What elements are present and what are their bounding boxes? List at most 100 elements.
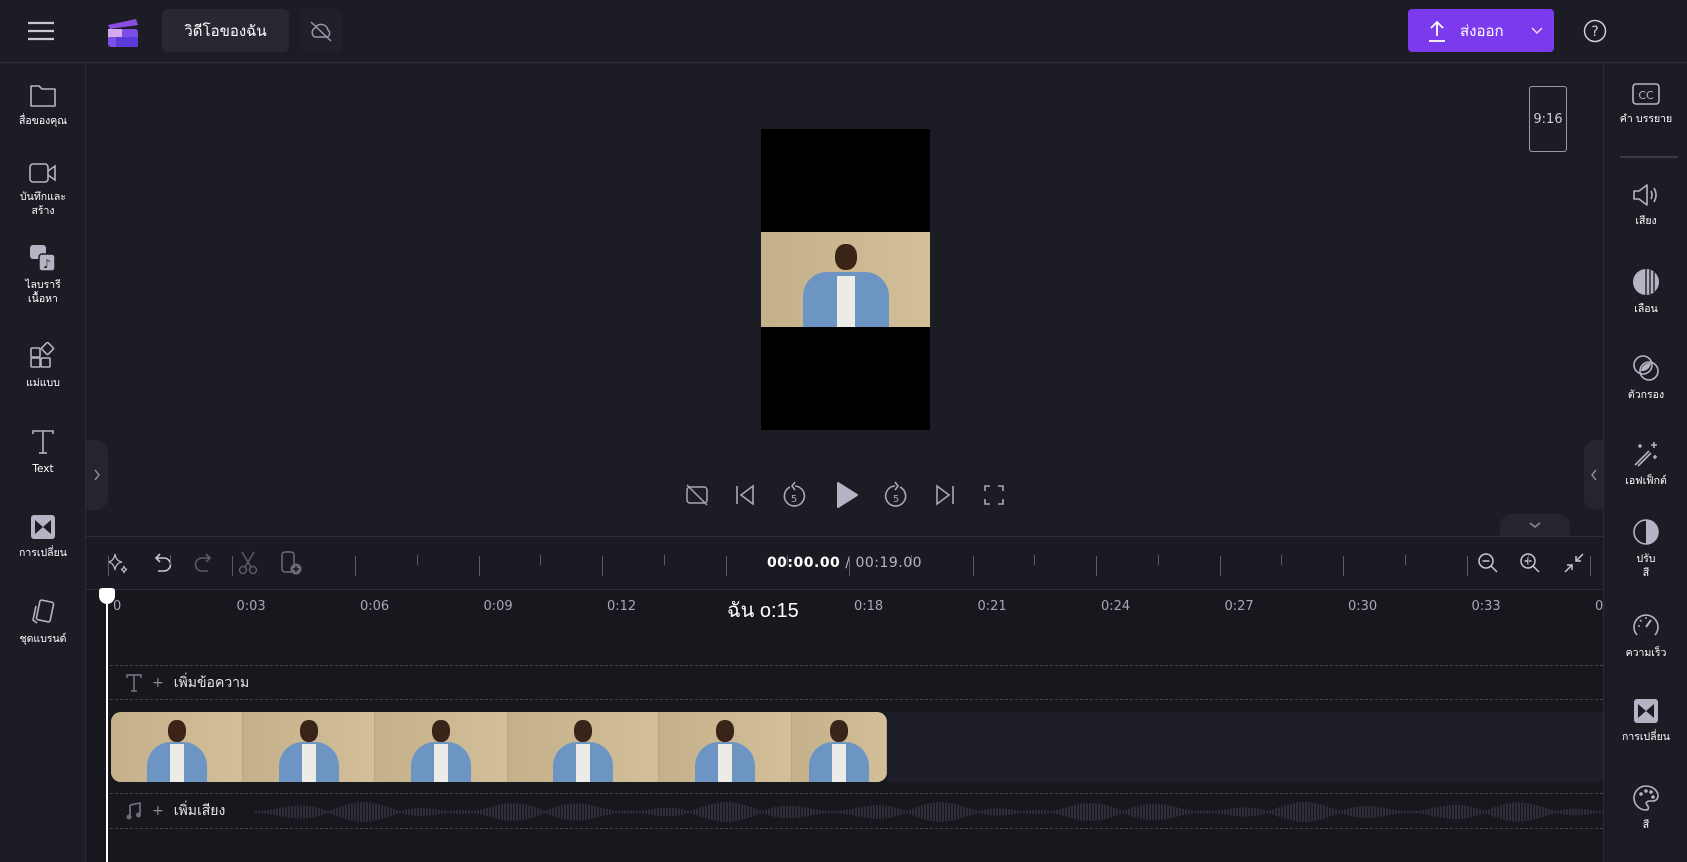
waveform-bar <box>1344 809 1346 815</box>
waveform-bar <box>510 803 512 821</box>
waveform-bar <box>834 810 836 814</box>
video-clip[interactable] <box>111 712 887 782</box>
sidebar-item-audio[interactable]: เสียง <box>1604 182 1687 228</box>
text-icon <box>126 674 142 692</box>
waveform-bar <box>1512 802 1514 822</box>
redo-icon[interactable] <box>190 549 218 577</box>
sidebar-item-effects[interactable]: เอฟเฟ็กต์ <box>1604 440 1687 488</box>
undo-icon[interactable] <box>148 549 176 577</box>
sidebar-item-captions[interactable]: CC คำ บรรยาย <box>1604 82 1687 126</box>
skip-back-icon[interactable] <box>731 481 759 509</box>
menu-icon[interactable] <box>22 14 60 48</box>
waveform-bar <box>1482 810 1484 814</box>
waveform-bar <box>864 806 866 818</box>
waveform-bar <box>327 810 329 814</box>
help-icon[interactable]: ? <box>1580 16 1610 46</box>
expand-right-panel-button[interactable] <box>1584 440 1604 510</box>
sidebar-item-content-library[interactable]: ♪ ไลบรารีเนื้อหา <box>0 244 86 306</box>
waveform-bar <box>1242 807 1244 817</box>
waveform-bar <box>1557 810 1559 814</box>
waveform-bar <box>1422 809 1424 815</box>
waveform-bar <box>345 804 347 820</box>
zoom-in-icon[interactable] <box>1516 549 1544 577</box>
waveform-bar <box>1050 810 1052 814</box>
sidebar-item-transition[interactable]: การเปลี่ยน <box>1604 698 1687 744</box>
waveform-bar <box>1152 803 1154 821</box>
waveform-bar <box>1041 809 1043 815</box>
waveform-bar <box>1254 808 1256 816</box>
waveform-bar <box>1383 808 1385 816</box>
sidebar-item-templates[interactable]: แม่แบบ <box>0 342 86 390</box>
time-separator: / <box>840 555 856 571</box>
sidebar-item-fade[interactable]: เลือน <box>1604 268 1687 316</box>
sidebar-item-label: เอฟเฟ็กต์ <box>1625 475 1667 487</box>
waveform-bar <box>927 803 929 821</box>
collapse-timeline-button[interactable] <box>1500 514 1570 536</box>
aspect-ratio-button[interactable]: 9:16 <box>1529 86 1567 152</box>
expand-left-panel-button[interactable] <box>86 440 108 510</box>
waveform-bar <box>675 808 677 816</box>
waveform-bar <box>975 810 977 814</box>
waveform-bar <box>972 809 974 815</box>
waveform-bar <box>1245 807 1247 817</box>
sidebar-item-text[interactable]: Text <box>0 428 86 476</box>
waveform-bar <box>870 805 872 819</box>
playhead[interactable] <box>106 588 108 862</box>
captions-off-icon[interactable] <box>683 481 711 509</box>
cloud-off-icon[interactable] <box>300 9 342 52</box>
sidebar-item-adjust-colors[interactable]: ปรับสี <box>1604 518 1687 580</box>
sidebar-item-record-create[interactable]: บันทึกและสร้าง <box>0 162 86 218</box>
waveform-bar <box>1446 805 1448 819</box>
ruler-label: 0:33 <box>1471 599 1501 614</box>
split-scissors-icon[interactable] <box>234 549 262 577</box>
waveform-bar <box>1029 810 1031 814</box>
ruler-label: 0:30 <box>1348 599 1378 614</box>
brand-kit-icon <box>32 599 55 624</box>
waveform-bar <box>300 805 302 819</box>
waveform-bar <box>1575 808 1577 816</box>
fullscreen-icon[interactable] <box>980 481 1008 509</box>
chevron-down-icon[interactable] <box>1530 26 1544 36</box>
waveform-bar <box>573 803 575 821</box>
waveform-bar <box>915 807 917 817</box>
sidebar-item-speed[interactable]: ความเร็ว <box>1604 612 1687 660</box>
waveform-bar <box>1311 802 1313 822</box>
add-to-timeline-icon[interactable] <box>277 549 305 577</box>
waveform-bar <box>363 802 365 822</box>
waveform-bar <box>1188 810 1190 814</box>
waveform-bar <box>1398 810 1400 814</box>
sidebar-item-transitions[interactable]: การเปลี่ยน <box>0 514 86 560</box>
waveform-bar <box>792 805 794 819</box>
project-title[interactable]: วิดีโอของฉัน <box>162 9 289 52</box>
waveform-bar <box>1164 804 1166 820</box>
waveform-bar <box>1083 803 1085 821</box>
play-icon[interactable] <box>832 479 862 511</box>
waveform-bar <box>717 802 719 822</box>
sidebar-item-filters[interactable]: ตัวกรอง <box>1604 354 1687 402</box>
waveform-bar <box>579 803 581 821</box>
waveform-bar <box>1248 807 1250 817</box>
ruler-tick <box>1096 556 1097 576</box>
skip-forward-icon[interactable] <box>931 481 959 509</box>
fit-timeline-icon[interactable] <box>1560 549 1588 577</box>
rewind-5-icon[interactable]: 5 <box>780 481 808 509</box>
waveform-bar <box>417 808 419 816</box>
zoom-out-icon[interactable] <box>1474 549 1502 577</box>
sidebar-item-brand-kit[interactable]: ชุดแบรนด์ <box>0 598 86 646</box>
add-audio-track[interactable]: + เพิ่มเสียง <box>126 800 225 822</box>
waveform-bar <box>447 810 449 814</box>
waveform-bar <box>756 809 758 815</box>
sidebar-item-color[interactable]: สี <box>1604 784 1687 832</box>
waveform-bar <box>1149 803 1151 821</box>
forward-5-icon[interactable]: 5 <box>882 481 910 509</box>
ruler-tick <box>725 556 727 576</box>
waveform-bar <box>1182 808 1184 816</box>
waveform-bar <box>255 811 257 813</box>
add-text-track[interactable]: + เพิ่มข้อความ <box>126 672 249 694</box>
waveform-bar <box>1467 805 1469 819</box>
video-preview[interactable] <box>761 129 930 430</box>
export-button[interactable]: ส่งออก <box>1408 9 1554 52</box>
sidebar-item-your-media[interactable]: สื่อของคุณ <box>0 82 86 128</box>
waveform-bar <box>1284 805 1286 819</box>
waveform-bar <box>588 804 590 820</box>
